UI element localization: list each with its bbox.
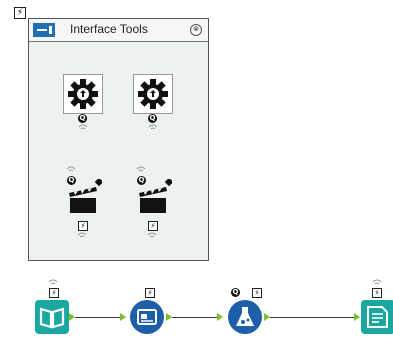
input-anchor[interactable] (354, 313, 360, 321)
container-title: Interface Tools (70, 22, 148, 36)
wifi-icon (136, 166, 146, 172)
browse-window-icon (137, 309, 157, 325)
clapperboard-icon[interactable] (66, 179, 102, 215)
connection-line (172, 317, 217, 318)
gear-tool-2[interactable] (133, 74, 173, 114)
wifi-icon (77, 232, 87, 238)
input-anchor[interactable] (120, 313, 126, 321)
bolt-icon[interactable]: ⚡ (78, 221, 88, 231)
connection-line (270, 317, 354, 318)
collapse-icon[interactable]: ⊗ (190, 24, 202, 36)
tool-container: Interface Tools ⊗ Q Q Q ⚡ Q ⚡ (28, 18, 209, 261)
input-anchor[interactable] (217, 313, 223, 321)
wifi-icon (372, 279, 382, 285)
bolt-icon[interactable]: ⚡ (145, 288, 155, 298)
flask-icon (236, 307, 254, 326)
gear-icon (138, 79, 168, 109)
container-toggle[interactable] (33, 23, 55, 37)
container-header[interactable]: Interface Tools ⊗ (29, 19, 208, 42)
clapperboard-icon[interactable] (136, 179, 172, 215)
browse-node[interactable] (130, 300, 164, 334)
wifi-icon (48, 279, 58, 285)
book-icon (39, 307, 65, 329)
bolt-icon[interactable]: ⚡ (49, 288, 59, 298)
wifi-icon (78, 124, 88, 130)
bolt-icon[interactable]: ⚡ (148, 221, 158, 231)
gear-icon (68, 79, 98, 109)
input-book-node[interactable] (35, 300, 69, 334)
flask-node[interactable] (228, 300, 262, 334)
q-badge-icon: Q (78, 114, 87, 123)
wifi-icon (148, 124, 158, 130)
q-badge-icon: Q (231, 288, 240, 297)
q-badge-icon: Q (148, 114, 157, 123)
report-node[interactable] (361, 300, 393, 334)
bolt-icon[interactable]: ⚡ (252, 288, 262, 298)
wifi-icon (147, 232, 157, 238)
wifi-icon (66, 166, 76, 172)
gear-tool-1[interactable] (63, 74, 103, 114)
connection-line (75, 317, 120, 318)
bolt-icon[interactable]: ⚡ (372, 288, 382, 298)
bolt-icon[interactable]: ⚡ (14, 7, 26, 19)
report-doc-icon (367, 306, 388, 328)
